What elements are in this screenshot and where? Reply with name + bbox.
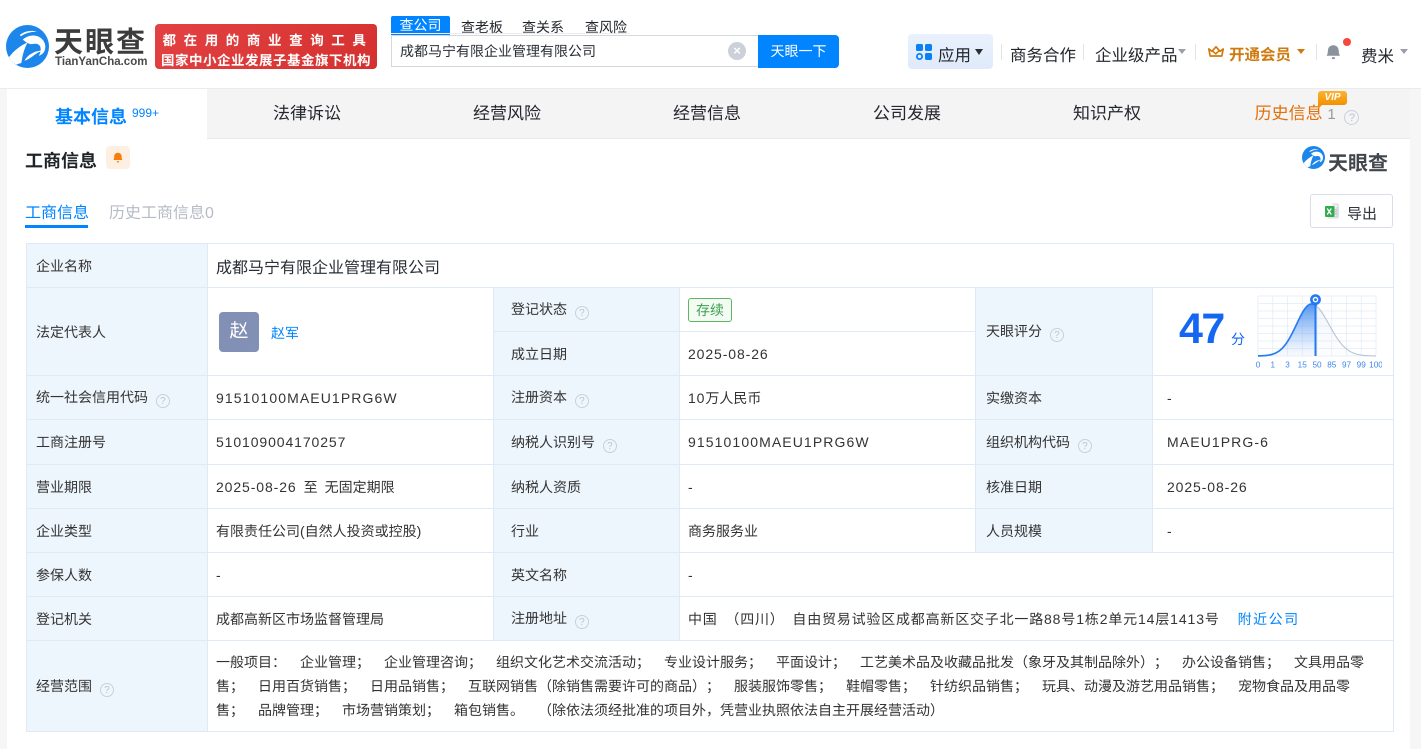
svg-text:85: 85 — [1327, 360, 1337, 369]
svg-text:99: 99 — [1357, 360, 1367, 369]
svg-text:97: 97 — [1342, 360, 1352, 369]
svg-text:1: 1 — [1271, 360, 1276, 369]
svg-text:100: 100 — [1369, 360, 1382, 369]
svg-text:3: 3 — [1285, 360, 1290, 369]
svg-text:0: 0 — [1256, 360, 1261, 369]
svg-text:50: 50 — [1312, 360, 1322, 369]
svg-text:15: 15 — [1298, 360, 1308, 369]
